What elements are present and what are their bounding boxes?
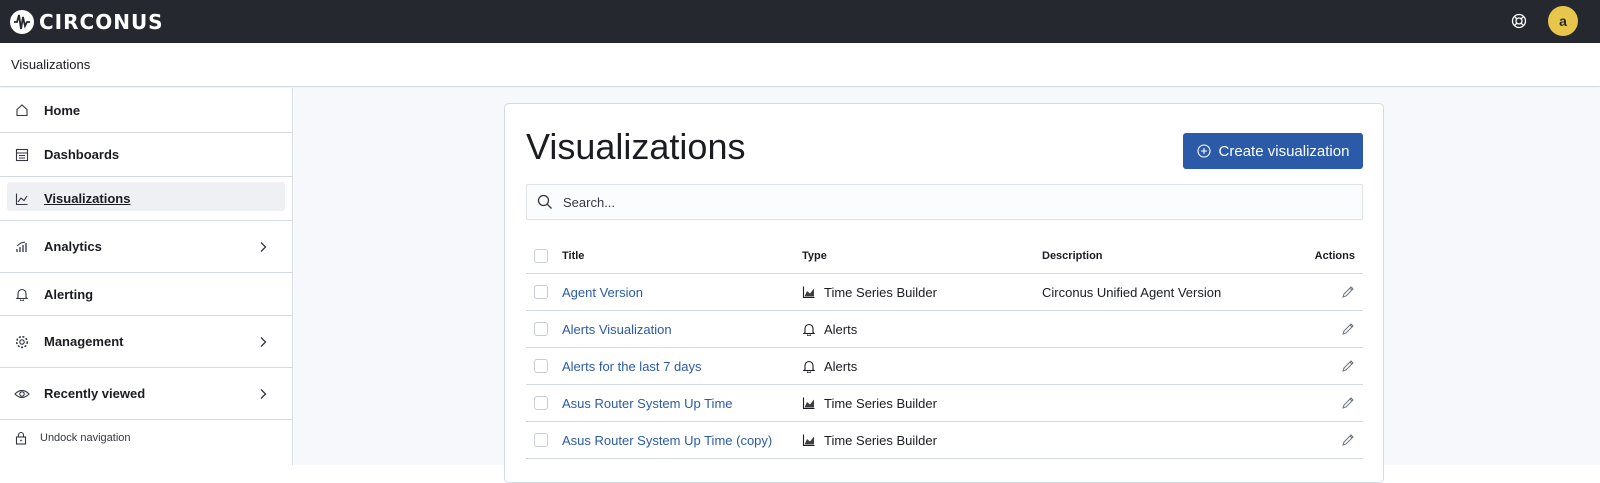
visualization-title-link[interactable]: Alerts for the last 7 days [562, 359, 701, 374]
column-header-actions: Actions [1314, 250, 1355, 262]
visualization-type: Time Series Builder [824, 395, 937, 411]
area-chart-icon [802, 433, 816, 447]
breadcrumb: Visualizations [0, 43, 1600, 87]
search-box [526, 184, 1363, 220]
row-checkbox[interactable] [534, 285, 548, 299]
gear-icon [14, 334, 30, 350]
search-icon [537, 194, 552, 209]
row-checkbox[interactable] [534, 396, 548, 410]
visualization-title-link[interactable]: Asus Router System Up Time (copy) [562, 433, 772, 448]
eye-icon [14, 386, 30, 402]
sidebar-item-management[interactable]: Management [0, 316, 292, 368]
sidebar-item-recently-viewed[interactable]: Recently viewed [0, 368, 292, 420]
column-header-type[interactable]: Type [802, 250, 1042, 262]
table-header-row: Title Type Description Actions [526, 239, 1363, 274]
table-row: Asus Router System Up Time (copy) Time S… [526, 422, 1363, 459]
table-row: Asus Router System Up Time Time Series B… [526, 385, 1363, 422]
visualization-type: Alerts [824, 321, 858, 337]
sidebar-item-label: Analytics [44, 239, 102, 254]
bell-icon [802, 359, 816, 373]
row-checkbox[interactable] [534, 322, 548, 336]
search-input[interactable] [563, 194, 1343, 210]
visualization-description: Circonus Unified Agent Version [1042, 284, 1222, 300]
home-icon [14, 102, 30, 118]
sidebar-item-alerting[interactable]: Alerting [0, 273, 292, 316]
help-icon[interactable] [1504, 6, 1534, 36]
top-header: CIRCONUS a [0, 0, 1600, 43]
sidebar-item-label: Dashboards [44, 147, 120, 162]
circonus-logo[interactable]: CIRCONUS [9, 9, 164, 35]
dashboard-icon [14, 147, 30, 163]
row-checkbox[interactable] [534, 433, 548, 447]
sidebar-item-label: Management [44, 334, 124, 349]
bell-icon [14, 286, 30, 302]
column-header-description[interactable]: Description [1042, 250, 1312, 262]
visualizations-panel: Visualizations Create visualization Titl… [504, 103, 1384, 483]
sidebar-item-dashboards[interactable]: Dashboards [0, 133, 292, 177]
sidebar-item-label: Home [44, 102, 81, 118]
edit-pencil-icon[interactable] [1341, 359, 1355, 373]
table-row: Alerts Visualization Alerts [526, 311, 1363, 348]
area-chart-icon [802, 285, 816, 299]
sidebar-nav: Home Dashboards Visualizations Analytics… [0, 88, 293, 465]
visualization-title-link[interactable]: Alerts Visualization [562, 322, 672, 337]
edit-pencil-icon[interactable] [1341, 396, 1355, 410]
bell-icon [802, 322, 816, 336]
sidebar-item-label: Visualizations [44, 191, 131, 206]
column-header-title[interactable]: Title [562, 250, 802, 262]
sidebar-item-label: Recently viewed [44, 386, 146, 401]
lock-icon [14, 431, 28, 445]
table-row: Agent Version Time Series Builder Circon… [526, 274, 1363, 311]
sidebar-item-label: Alerting [44, 286, 94, 302]
edit-pencil-icon[interactable] [1341, 285, 1355, 299]
avatar[interactable]: a [1548, 6, 1578, 36]
chevron-right-icon [260, 336, 267, 347]
visualizations-table: Title Type Description Actions Agent Ver… [526, 239, 1363, 459]
visualize-icon [14, 191, 30, 207]
edit-pencil-icon[interactable] [1341, 322, 1355, 336]
visualization-type: Alerts [824, 358, 858, 374]
create-visualization-label: Create visualization [1218, 142, 1350, 160]
row-checkbox[interactable] [534, 359, 548, 373]
visualization-title-link[interactable]: Asus Router System Up Time [562, 396, 733, 411]
chevron-right-icon [260, 241, 267, 252]
create-visualization-button[interactable]: Create visualization [1183, 133, 1363, 169]
select-all-checkbox[interactable] [534, 249, 548, 263]
analytics-icon [14, 239, 30, 255]
brand-name: CIRCONUS [39, 9, 164, 34]
plus-circle-icon [1196, 144, 1211, 158]
undock-label: Undock navigation [40, 432, 131, 444]
undock-navigation-button[interactable]: Undock navigation [0, 420, 292, 456]
sidebar-item-home[interactable]: Home [0, 88, 292, 133]
sidebar-item-visualizations[interactable]: Visualizations [0, 177, 292, 221]
main-content: Visualizations Create visualization Titl… [294, 88, 1600, 483]
circonus-logo-icon [10, 9, 34, 34]
edit-pencil-icon[interactable] [1341, 433, 1355, 447]
breadcrumb-current: Visualizations [11, 57, 91, 72]
sidebar-item-analytics[interactable]: Analytics [0, 221, 292, 273]
area-chart-icon [802, 396, 816, 410]
visualization-title-link[interactable]: Agent Version [562, 285, 643, 300]
chevron-right-icon [260, 388, 267, 399]
page-title: Visualizations [526, 126, 746, 167]
visualization-type: Time Series Builder [824, 284, 937, 300]
visualization-type: Time Series Builder [824, 432, 937, 448]
table-row: Alerts for the last 7 days Alerts [526, 348, 1363, 385]
